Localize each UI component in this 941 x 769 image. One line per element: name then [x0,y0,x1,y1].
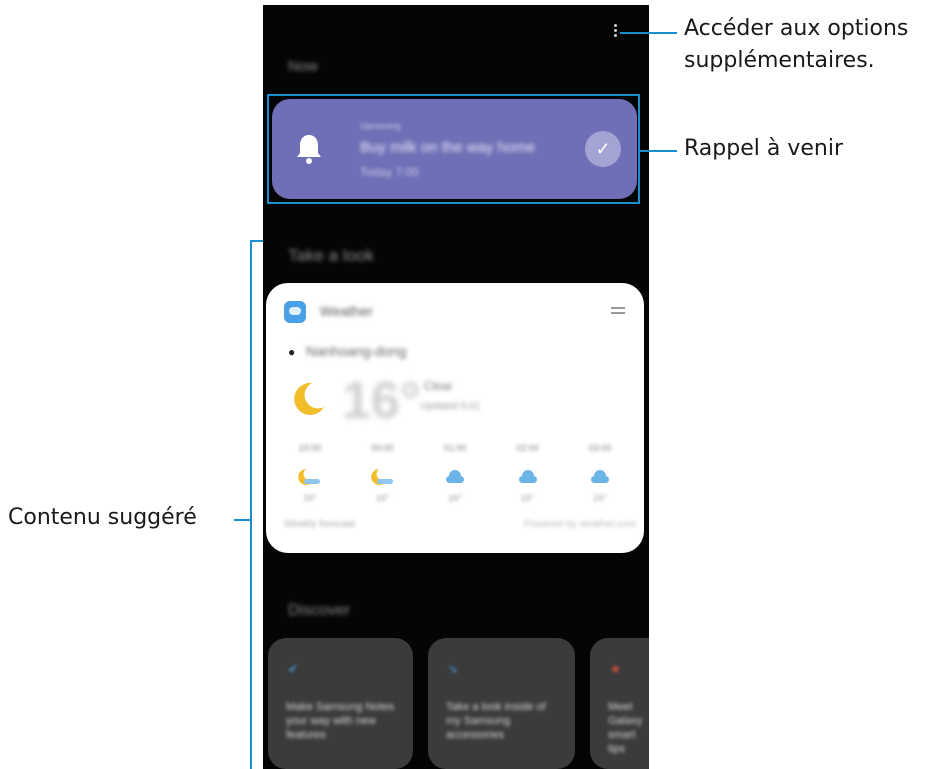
check-icon: ✓ [595,138,611,159]
forecast-time: 02:00 [516,443,539,453]
reminder-time: Today 7:00 [360,165,419,179]
callout-line-more-options [620,32,677,34]
weather-app-icon [284,301,306,323]
discover-card-text: Take a look inside of my Samsung accesso… [446,701,546,741]
weather-card[interactable]: Weather ● Nanhoang-dong 16° Clear Update… [266,283,644,553]
weekly-forecast-link[interactable]: Weekly forecast [284,519,355,530]
forecast-temp: 16° [303,493,317,503]
weather-updated: Updated 6:41 [420,401,481,412]
forecast-item: 03:00 15° [570,443,630,513]
hourly-forecast: 23:00 16° 00:00 16° 01:00 16° 02:00 15° … [280,443,630,513]
weather-location: Nanhoang-dong [306,343,407,359]
discover-card[interactable]: ★ Meet Galaxy smart tips [590,638,649,769]
reminder-card[interactable]: Upcoming Buy milk on the way home Today … [272,99,637,199]
weather-app-name: Weather [320,303,373,319]
weather-condition: Clear [424,379,453,393]
weather-temperature: 16° [342,372,421,430]
refresh-icon[interactable] [611,307,625,309]
forecast-temp: 16° [448,493,462,503]
forecast-item: 02:00 15° [498,443,558,513]
forecast-time: 01:00 [443,443,467,453]
callout-line-reminder [640,150,677,152]
callout-suggested-content: Contenu suggéré [8,505,197,530]
cloud-icon [446,470,464,483]
forecast-time: 03:00 [588,443,612,453]
forecast-item: 23:00 16° [280,443,340,513]
section-now-label: Now [288,58,319,75]
more-options-icon[interactable] [610,22,620,44]
callout-bracket-suggested [250,240,252,769]
callout-line-suggested [234,519,250,521]
discover-card-text: Make Samsung Notes your way with new fea… [286,701,395,741]
forecast-temp: 15° [593,493,607,503]
forecast-time: 23:00 [298,443,322,453]
weather-provider: Powered by weather.com [524,519,637,530]
discover-card[interactable]: ➘ Take a look inside of my Samsung acces… [428,638,575,769]
bell-icon [297,135,321,164]
forecast-item: 00:00 16° [353,443,413,513]
check-icon: ✔ [288,662,299,676]
cloud-icon [591,470,609,483]
reminder-eyebrow: Upcoming [360,121,401,131]
forecast-item: 01:00 16° [425,443,485,513]
callout-upcoming-reminder: Rappel à venir [684,136,843,161]
reminder-title: Buy milk on the way home [360,139,536,156]
moon-icon [294,382,324,415]
section-discover-label: Discover [288,602,351,619]
location-pin-icon: ● [288,345,296,359]
forecast-temp: 16° [375,493,390,503]
moon-cloud-icon [370,469,393,485]
moon-cloud-icon [298,469,320,485]
discover-card[interactable]: ✔ Make Samsung Notes your way with new f… [268,638,413,769]
callout-bracket-top [250,240,263,242]
callout-more-options-line1: Accéder aux options [684,16,909,41]
arrow-icon: ➘ [448,662,459,676]
complete-reminder-button[interactable]: ✓ [585,131,621,167]
forecast-time: 00:00 [371,443,394,453]
star-icon: ★ [610,662,621,676]
section-take-a-look-label: Take a look [288,246,374,265]
discover-card-text: Meet Galaxy smart tips [608,701,643,755]
callout-more-options-line2: supplémentaires. [684,48,875,73]
forecast-temp: 15° [520,493,535,503]
cloud-icon [518,470,537,483]
